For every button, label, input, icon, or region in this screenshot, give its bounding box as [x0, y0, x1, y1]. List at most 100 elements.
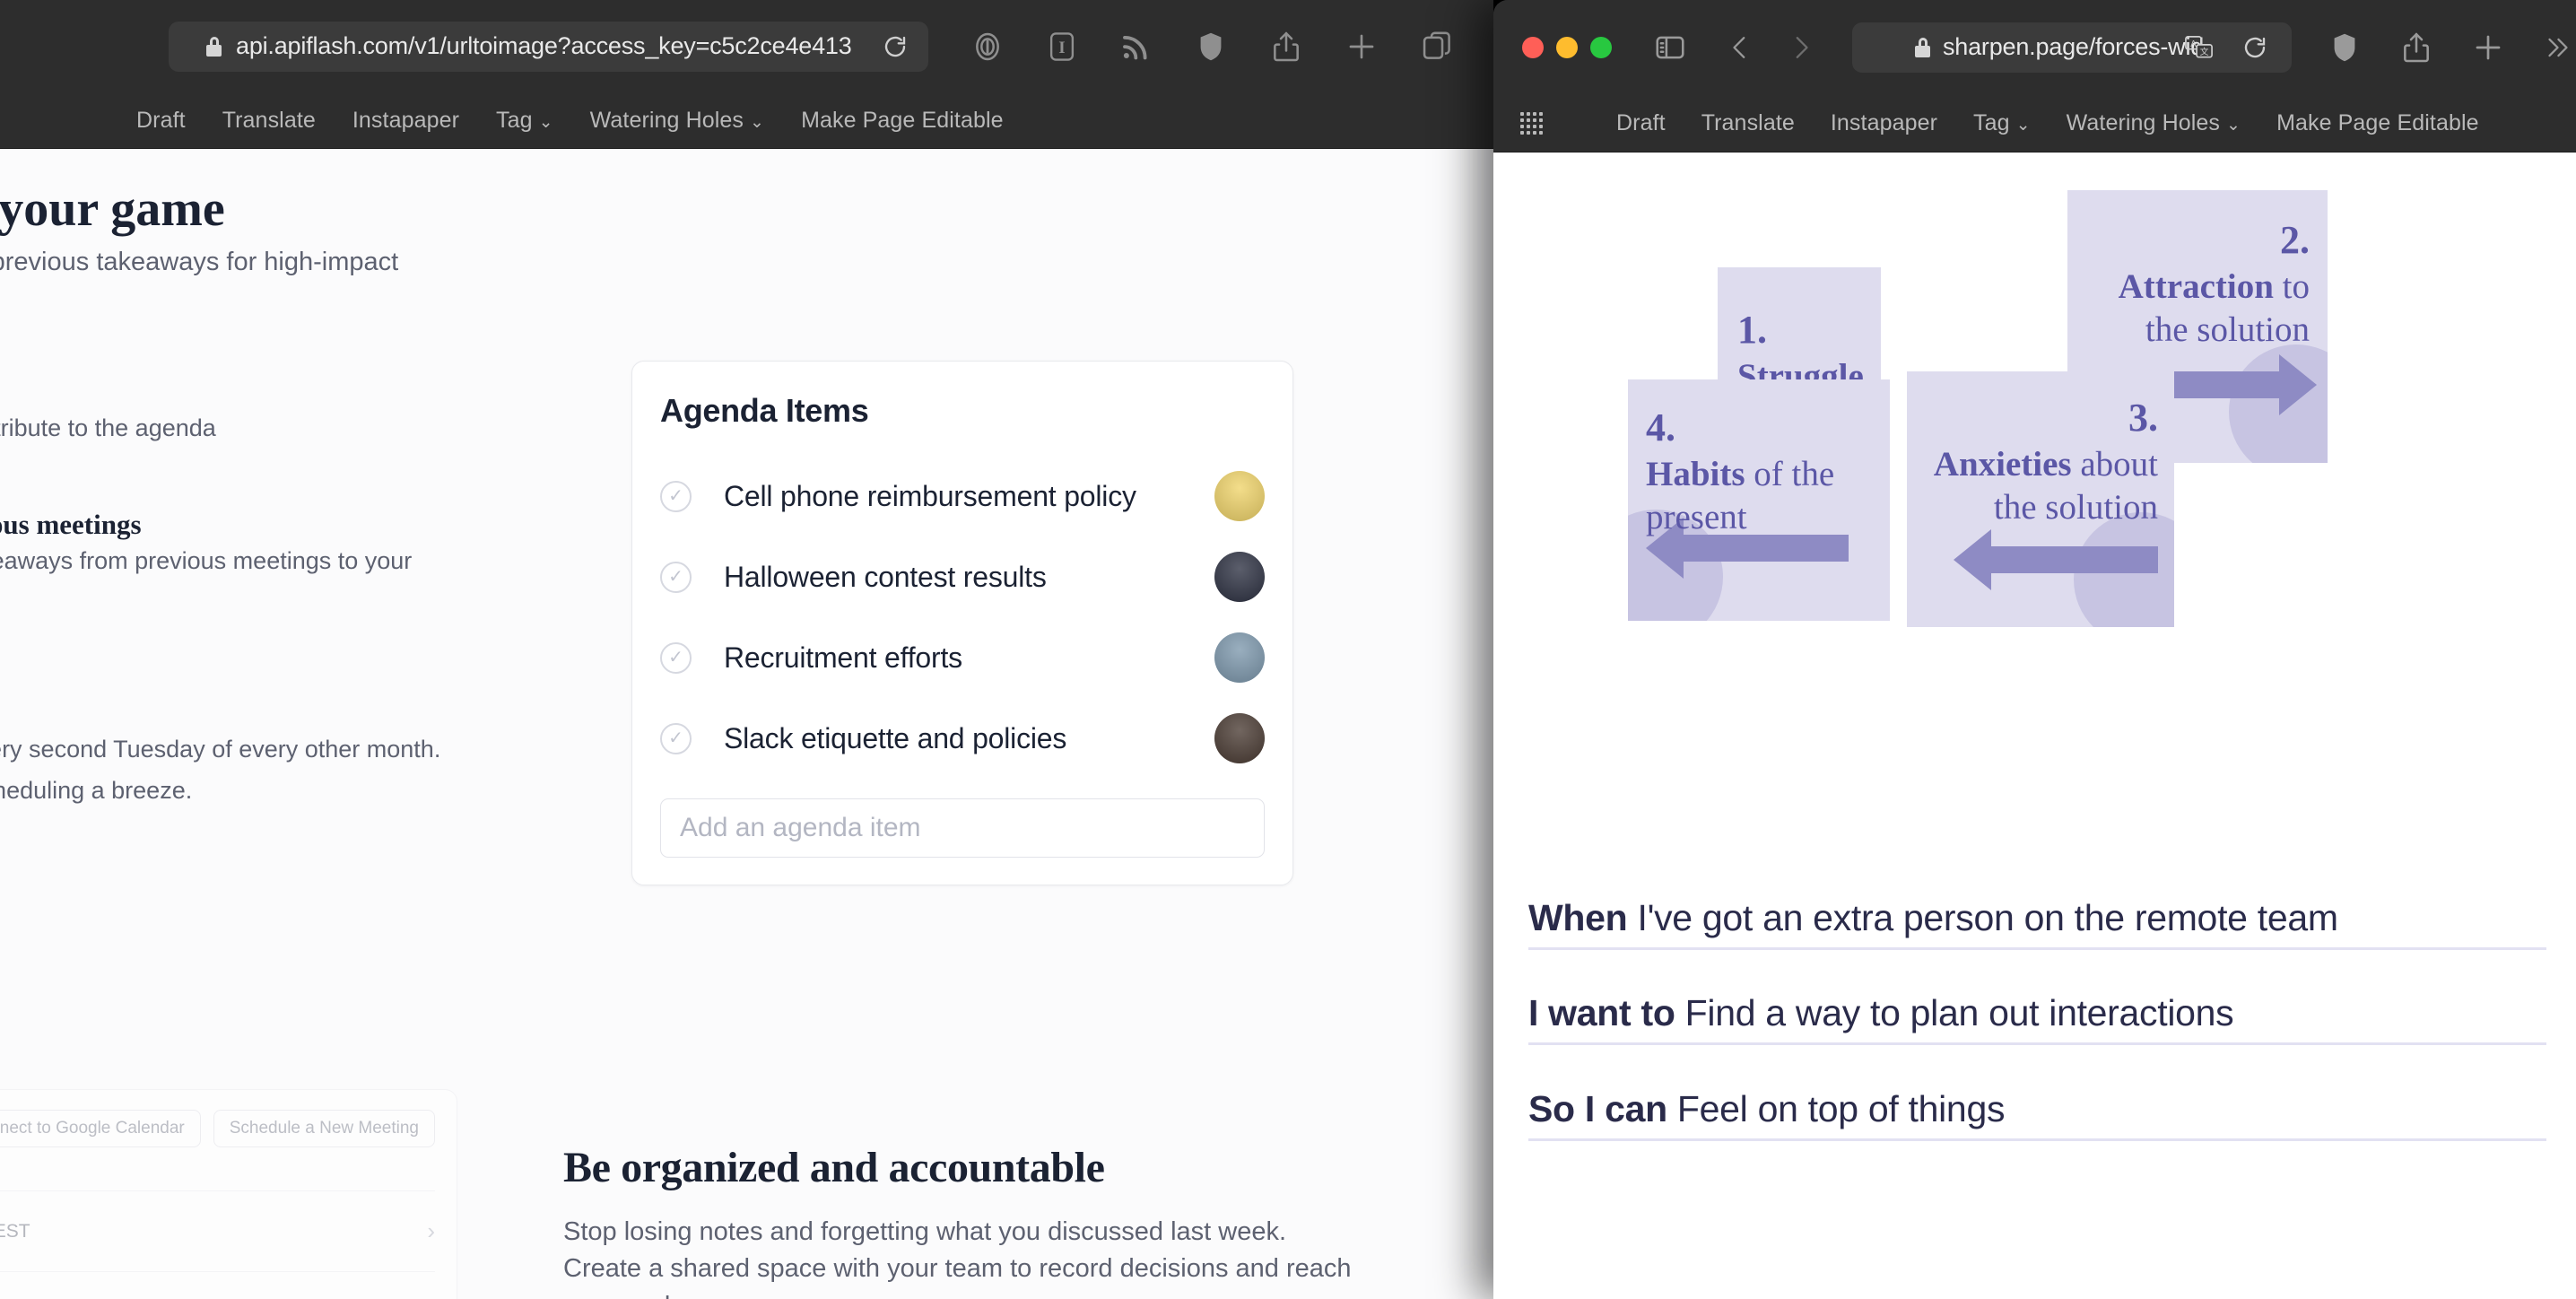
check-circle-icon[interactable]: ✓: [660, 722, 692, 754]
recurring-line-2: ecurring scheduling a breeze.: [0, 777, 193, 804]
chevron-down-icon: ⌄: [2015, 115, 2031, 135]
right-toolbar: sharpen.page/forces-wid A 文: [1493, 0, 2576, 94]
chevron-down-icon: ⌄: [538, 112, 553, 132]
quadrant-2-rest: to: [2273, 267, 2310, 306]
quadrant-2-line2: the solution: [2145, 309, 2310, 349]
left-toolbar: api.apiflash.com/v1/urltoimage?access_ke…: [0, 0, 1493, 92]
bookmark-translate[interactable]: Translate: [1701, 110, 1795, 136]
new-tab-plus-icon[interactable]: [1345, 30, 1379, 64]
avatar: [1214, 552, 1265, 602]
story-row-when[interactable]: When I've got an extra person on the rem…: [1528, 897, 2546, 950]
quadrant-4-number: 4.: [1646, 405, 1675, 449]
bookmark-watering-holes[interactable]: Watering Holes ⌄: [2067, 110, 2241, 136]
right-browser-window: sharpen.page/forces-wid A 文 Draft Transl…: [1493, 0, 2576, 1299]
forward-chevron-icon[interactable]: [1786, 32, 1816, 63]
quadrant-3-text: Anxieties about the solution: [1934, 443, 2158, 528]
quadrant-3-rest: about: [2071, 445, 2158, 484]
quadrant-1-number: 1.: [1737, 308, 1767, 352]
right-address-bar[interactable]: sharpen.page/forces-wid A 文: [1852, 22, 2292, 73]
translate-icon[interactable]: A 文: [2184, 34, 2215, 61]
feature-2-title: of previous meetings: [0, 509, 142, 540]
quadrant-3-strong: Anxieties: [1933, 445, 2072, 484]
bookmark-watering-holes-label: Watering Holes: [2066, 109, 2221, 135]
shield-privacy-icon[interactable]: [1194, 30, 1228, 64]
quadrant-3-anxieties: 3. Anxieties about the solution: [1907, 371, 2174, 627]
minimize-window-button[interactable]: [1556, 36, 1578, 58]
schedule-new-meeting-button[interactable]: Schedule a New Meeting: [213, 1110, 435, 1147]
agenda-item-row[interactable]: ✓ Cell phone reimbursement policy: [660, 456, 1265, 536]
sidebar-toggle-icon[interactable]: [1653, 31, 1687, 65]
story-value-i-want-to: Find a way to plan out interactions: [1675, 992, 2234, 1033]
agenda-item-row[interactable]: ✓ Recruitment efforts: [660, 617, 1265, 698]
story-value-when: I've got an extra person on the remote t…: [1627, 897, 2338, 938]
overflow-chevrons-icon[interactable]: [2541, 32, 2573, 63]
story-row-i-want-to[interactable]: I want to Find a way to plan out interac…: [1528, 992, 2546, 1045]
agenda-item-row[interactable]: ✓ Halloween contest results: [660, 536, 1265, 617]
chevron-down-icon: ⌄: [750, 112, 765, 132]
meeting-row[interactable]: ays at 1:00pm EST ›: [0, 1190, 435, 1271]
recurring-line-1: rsdays or every second Tuesday of every …: [0, 736, 441, 763]
svg-text:I: I: [1058, 38, 1065, 57]
bookmark-draft[interactable]: Draft: [136, 108, 186, 134]
story-value-so-i-can: Feel on top of things: [1667, 1088, 2006, 1129]
avatar: [1214, 632, 1265, 683]
left-address-bar[interactable]: api.apiflash.com/v1/urltoimage?access_ke…: [169, 21, 928, 72]
bookmark-tag[interactable]: Tag ⌄: [496, 108, 553, 134]
quadrant-2-number: 2.: [2280, 218, 2310, 262]
close-window-button[interactable]: [1522, 36, 1544, 58]
meeting-row[interactable]: lays at 1:00pm EST ›: [0, 1271, 435, 1299]
left-page-content: d on your game gendas and previous takea…: [0, 149, 1493, 1299]
arrow-left-icon: [1646, 518, 1849, 579]
connect-google-calendar-button[interactable]: Connect to Google Calendar: [0, 1110, 201, 1147]
shield-privacy-icon[interactable]: [2328, 31, 2362, 65]
meeting-row-text: ays at 1:00pm EST: [0, 1220, 30, 1242]
new-tab-plus-icon[interactable]: [2471, 31, 2505, 65]
back-chevron-icon[interactable]: [1725, 32, 1755, 63]
bookmark-draft[interactable]: Draft: [1616, 110, 1666, 136]
feature-2-desc: omplete takeaways from previous meetings…: [0, 547, 413, 574]
share-icon[interactable]: [1269, 30, 1303, 64]
bookmark-watering-holes[interactable]: Watering Holes ⌄: [590, 108, 764, 134]
reader-power-icon[interactable]: [970, 29, 1005, 65]
bookmark-watering-holes-label: Watering Holes: [589, 107, 744, 133]
bookmark-tag-label: Tag: [1973, 109, 2010, 135]
schedule-new-meeting-label: Schedule a New Meeting: [229, 1119, 419, 1138]
apps-grid-icon[interactable]: [1520, 111, 1543, 135]
quadrant-2-text: Attraction to the solution: [2119, 266, 2310, 351]
agenda-item-row[interactable]: ✓ Slack etiquette and policies: [660, 698, 1265, 779]
arrow-left-icon: [1954, 529, 2158, 590]
lock-icon: [1915, 37, 1930, 57]
reload-icon[interactable]: [882, 33, 909, 60]
story-row-so-i-can[interactable]: So I can Feel on top of things: [1528, 1088, 2546, 1141]
right-bookmark-bar: Draft Translate Instapaper Tag ⌄ Watering…: [1493, 94, 2576, 153]
right-url-text: sharpen.page/forces-wid: [1943, 33, 2205, 60]
bookmark-instapaper[interactable]: Instapaper: [1831, 110, 1937, 136]
quadrant-4-habits: 4. Habits of the present: [1628, 379, 1890, 621]
svg-text:A: A: [2190, 39, 2197, 49]
bookmark-make-page-editable[interactable]: Make Page Editable: [801, 108, 1004, 134]
avatar: [1214, 471, 1265, 521]
agenda-items-card: Agenda Items ✓ Cell phone reimbursement …: [631, 361, 1293, 885]
add-agenda-item-input[interactable]: Add an agenda item: [660, 798, 1265, 858]
chevron-down-icon: ⌄: [2226, 115, 2241, 135]
tab-overview-icon[interactable]: [1420, 30, 1454, 64]
story-label-when: When: [1528, 897, 1628, 938]
check-circle-icon[interactable]: ✓: [660, 561, 692, 593]
bookmark-translate[interactable]: Translate: [222, 108, 316, 134]
quadrant-4-strong: Habits: [1646, 455, 1745, 493]
check-circle-icon[interactable]: ✓: [660, 641, 692, 674]
quadrant-3-line2: the solution: [1993, 487, 2158, 527]
zoom-window-button[interactable]: [1590, 36, 1612, 58]
bookmark-make-page-editable[interactable]: Make Page Editable: [2276, 110, 2479, 136]
check-circle-icon[interactable]: ✓: [660, 480, 692, 512]
connect-google-calendar-label: Connect to Google Calendar: [0, 1119, 185, 1138]
agenda-item-label: Halloween contest results: [724, 560, 1047, 593]
rss-feed-icon[interactable]: [1118, 30, 1153, 64]
instapaper-icon[interactable]: I: [1045, 30, 1079, 64]
reload-icon[interactable]: [2241, 34, 2268, 61]
bookmark-tag[interactable]: Tag ⌄: [1973, 110, 2031, 136]
chevron-right-icon: ›: [427, 1217, 435, 1244]
share-icon[interactable]: [2399, 31, 2433, 65]
story-label-so-i-can: So I can: [1528, 1088, 1667, 1129]
bookmark-instapaper[interactable]: Instapaper: [352, 108, 459, 134]
